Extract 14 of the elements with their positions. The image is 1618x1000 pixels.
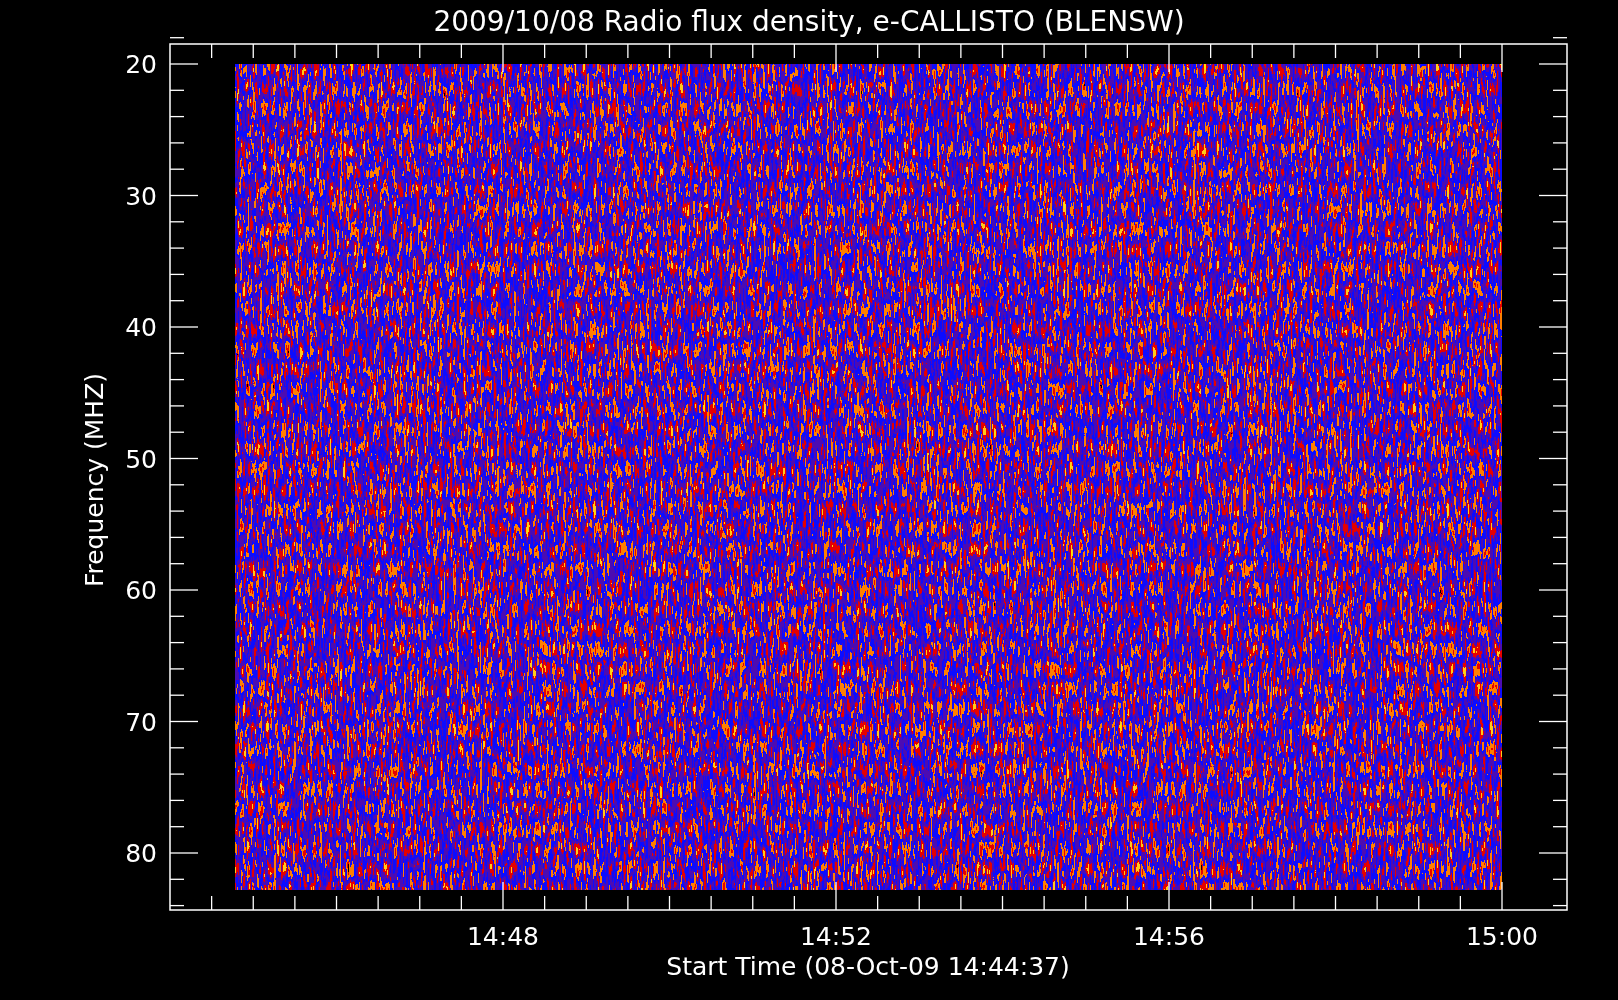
y-tick-label: 60	[125, 576, 157, 605]
x-axis-label: Start Time (08-Oct-09 14:44:37)	[666, 952, 1070, 981]
x-tick-label: 14:56	[1133, 922, 1205, 951]
y-tick-label: 50	[125, 444, 157, 474]
y-tick-label: 70	[125, 707, 157, 737]
x-tick-label: 15:00	[1466, 922, 1538, 951]
y-tick-label: 20	[125, 50, 157, 79]
y-tick-label: 80	[125, 839, 157, 868]
x-tick-label: 14:52	[800, 922, 872, 951]
y-axis-label: Frequency (MHZ)	[80, 372, 109, 588]
y-tick-label: 30	[125, 181, 157, 211]
x-tick-label: 14:48	[467, 922, 539, 951]
chart-title: 2009/10/08 Radio flux density, e-CALLISTO (BLENSW)	[433, 5, 1185, 38]
y-tick-label: 40	[125, 313, 157, 342]
